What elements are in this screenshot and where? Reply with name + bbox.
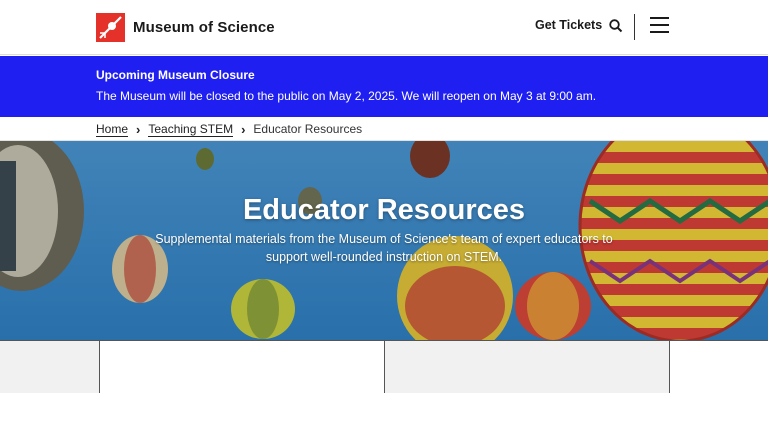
resource-cards-row (0, 340, 768, 393)
resource-card[interactable] (0, 341, 100, 393)
alert-title: Upcoming Museum Closure (96, 68, 255, 82)
hero-subtitle: Supplemental materials from the Museum o… (155, 232, 613, 264)
breadcrumb-home-link[interactable]: Home (96, 122, 129, 137)
alert-text: The Museum will be closed to the public … (96, 89, 597, 103)
museum-logo-icon (96, 13, 125, 42)
resource-card[interactable] (670, 341, 768, 393)
page-title: Educator Resources (242, 194, 526, 226)
chevron-right-icon: › (136, 121, 141, 137)
closure-alert-banner: Upcoming Museum Closure The Museum will … (0, 56, 768, 117)
logo-text: Museum of Science (133, 19, 275, 36)
search-icon[interactable] (608, 18, 624, 34)
menu-icon[interactable] (650, 17, 669, 33)
site-header: Museum of Science Get Tickets (0, 0, 768, 55)
get-tickets-link[interactable]: Get Tickets (535, 18, 602, 32)
logo-link[interactable]: Museum of Science (96, 13, 275, 42)
hero-banner: Educator Resources Supplemental material… (0, 141, 768, 340)
resource-card[interactable] (385, 341, 669, 393)
breadcrumb-current: Educator Resources (253, 122, 363, 136)
header-divider (634, 14, 635, 40)
chevron-right-icon: › (241, 121, 246, 137)
breadcrumb-teaching-stem-link[interactable]: Teaching STEM (148, 122, 234, 137)
breadcrumb: Home › Teaching STEM › Educator Resource… (96, 120, 362, 138)
resource-card[interactable] (100, 341, 384, 393)
